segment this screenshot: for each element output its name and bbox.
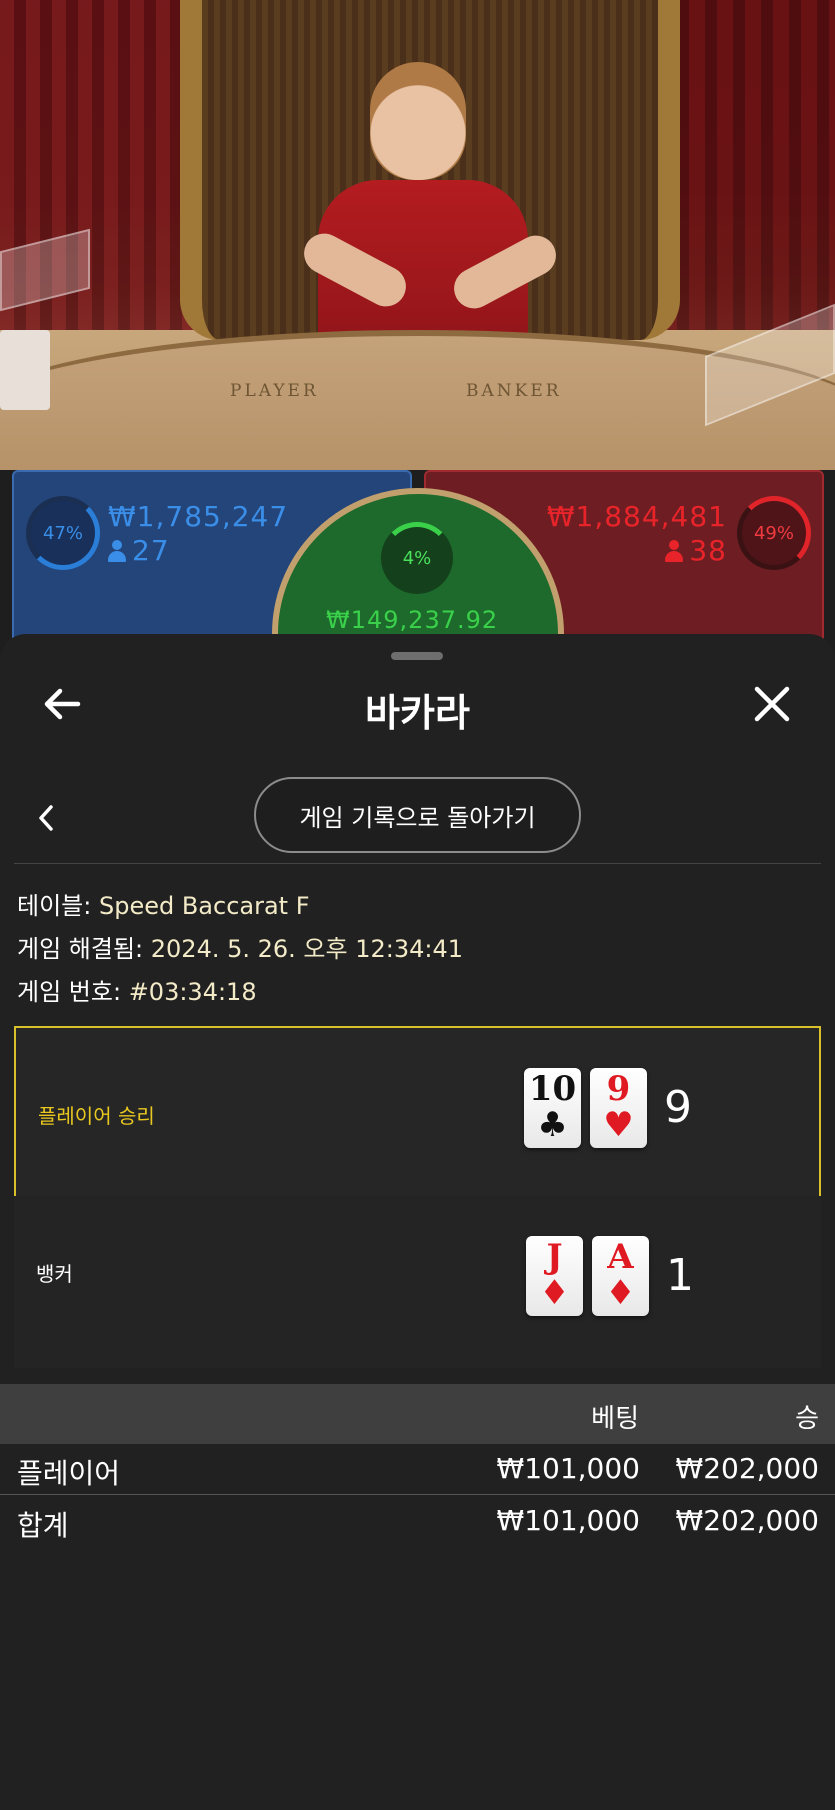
bet-table-header: 베팅 승 xyxy=(0,1384,835,1444)
playing-card: 10 ♣ xyxy=(524,1068,581,1148)
card-rank: A xyxy=(607,1237,634,1277)
card-rank: J xyxy=(546,1237,563,1277)
banker-bettor-count: 38 xyxy=(665,534,727,567)
player-percent-ring: 47% xyxy=(26,496,100,570)
live-video: PLAYER BANKER xyxy=(0,0,835,470)
banker-bettor-number: 38 xyxy=(689,534,727,567)
table-row: 플레이어 ₩101,000 ₩202,000 xyxy=(0,1446,835,1498)
win-amount: ₩202,000 xyxy=(675,1504,819,1537)
table-value: Speed Baccarat F xyxy=(98,892,310,920)
table-player-text: PLAYER xyxy=(230,381,319,401)
back-to-history-button[interactable]: 게임 기록으로 돌아가기 xyxy=(254,777,581,853)
card-rank: 10 xyxy=(528,1069,577,1109)
close-icon[interactable] xyxy=(744,676,800,732)
bet-amount: ₩101,000 xyxy=(496,1452,640,1485)
heart-suit-icon: ♥ xyxy=(603,1105,634,1145)
game-history-sheet: 바카라 게임 기록으로 돌아가기 테이블: Speed Baccarat F 게… xyxy=(0,634,835,1810)
player-result-row: 플레이어 승리 10 ♣ 9 ♥ 9 xyxy=(14,1026,821,1198)
player-bettor-count: 27 xyxy=(108,534,170,567)
tie-total-amount: ₩149,237.92 xyxy=(326,606,499,634)
divider xyxy=(0,1494,835,1495)
diamond-suit-icon: ♦ xyxy=(539,1273,570,1313)
banker-score: 1 xyxy=(666,1250,694,1301)
person-icon xyxy=(108,540,126,562)
card-deck xyxy=(0,330,50,410)
bet-name: 플레이어 xyxy=(17,1457,121,1490)
playing-card: J ♦ xyxy=(526,1236,583,1316)
game-number-value: #03:34:18 xyxy=(128,978,257,1006)
dealer-head xyxy=(370,62,466,180)
playing-card: 9 ♥ xyxy=(590,1068,647,1148)
player-score: 9 xyxy=(664,1082,692,1133)
win-amount: ₩202,000 xyxy=(675,1452,819,1485)
banker-total-amount: ₩1,884,481 xyxy=(546,500,727,533)
resolved-info: 게임 해결됨: 2024. 5. 26. 오후 12:34:41 xyxy=(17,929,463,964)
tie-percent: 4% xyxy=(402,547,432,569)
win-column-header: 승 xyxy=(795,1404,819,1434)
table-banker-text: BANKER xyxy=(466,381,562,401)
table-row: 합계 ₩101,000 ₩202,000 xyxy=(0,1498,835,1550)
bet-amount: ₩101,000 xyxy=(496,1504,640,1537)
table-info: 테이블: Speed Baccarat F xyxy=(17,886,310,921)
resolved-value: 2024. 5. 26. 오후 12:34:41 xyxy=(150,935,464,963)
player-result-label: 플레이어 승리 xyxy=(38,1104,155,1128)
diamond-suit-icon: ♦ xyxy=(605,1273,636,1313)
player-percent: 47% xyxy=(42,522,83,544)
card-rank: 9 xyxy=(606,1069,631,1109)
player-total-amount: ₩1,785,247 xyxy=(108,500,289,533)
sheet-title: 바카라 xyxy=(365,691,470,735)
banker-result-row: 뱅커 J ♦ A ♦ 1 xyxy=(14,1196,821,1368)
banker-percent-ring: 49% xyxy=(737,496,811,570)
banker-percent: 49% xyxy=(753,522,794,544)
banker-result-label: 뱅커 xyxy=(36,1262,73,1286)
game-number-label: 게임 번호: xyxy=(17,978,122,1006)
person-icon xyxy=(665,540,684,562)
divider xyxy=(14,863,821,864)
table-label: 테이블: xyxy=(17,892,92,920)
tie-percent-ring: 4% xyxy=(381,522,453,594)
club-suit-icon: ♣ xyxy=(537,1105,568,1145)
bet-column-header: 베팅 xyxy=(591,1404,639,1434)
resolved-label: 게임 해결됨: xyxy=(17,935,144,963)
player-bettor-number: 27 xyxy=(132,534,170,567)
bet-name: 합계 xyxy=(17,1509,69,1542)
playing-card: A ♦ xyxy=(592,1236,649,1316)
chevron-left-icon[interactable] xyxy=(26,794,66,842)
game-number-info: 게임 번호: #03:34:18 xyxy=(17,972,257,1007)
drag-handle[interactable] xyxy=(391,652,443,660)
